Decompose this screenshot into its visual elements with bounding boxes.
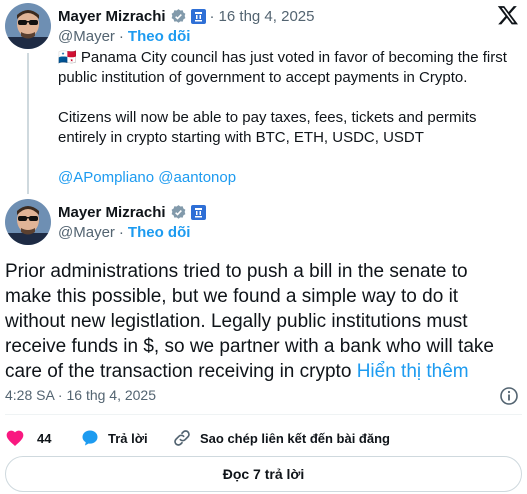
heart-icon [5,428,25,448]
reply-button[interactable]: Trả lời [80,428,148,448]
separator: · [118,224,124,241]
affiliate-badge-icon [190,8,206,24]
avatar[interactable] [5,199,51,245]
author-name[interactable]: Mayer Mizrachi [58,8,166,25]
verified-badge-icon [170,204,187,221]
reply-label: Trả lời [108,430,148,446]
main-tweet-text: Prior administrations tried to push a bi… [5,261,494,382]
reply-bubble-icon [80,428,100,448]
panama-flag-icon: 🇵🇦 [58,49,77,66]
thread-line [27,53,29,194]
copy-link-label: Sao chép liên kết đến bài đăng [200,430,390,446]
timestamp[interactable]: 4:28 SA · 16 thg 4, 2025 [5,387,156,403]
show-more-link[interactable]: Hiển thị thêm [357,361,469,382]
read-replies-button[interactable]: Đọc 7 trả lời [5,456,522,492]
link-icon [172,428,192,448]
verified-badge-icon [170,8,187,25]
follow-link[interactable]: Theo dõi [128,28,191,45]
mentions[interactable]: @APompliano @aantonop [58,168,518,188]
like-button[interactable]: 44 [5,428,51,448]
info-icon[interactable] [499,386,519,411]
separator: · [118,28,124,45]
like-count: 44 [37,430,52,446]
follow-link[interactable]: Theo dõi [128,224,191,241]
divider [5,414,522,415]
avatar[interactable] [5,3,51,49]
author-handle[interactable]: @Mayer [58,224,115,241]
tweet-text: 🇵🇦 Panama City council has just voted in… [58,48,518,188]
author-name[interactable]: Mayer Mizrachi [58,204,166,221]
copy-link-button[interactable]: Sao chép liên kết đến bài đăng [172,428,390,448]
author-handle[interactable]: @Mayer [58,28,115,45]
separator: · [209,7,215,25]
tweet-date[interactable]: 16 thg 4, 2025 [219,8,315,25]
x-logo-icon[interactable] [497,4,519,31]
affiliate-badge-icon [190,204,206,220]
